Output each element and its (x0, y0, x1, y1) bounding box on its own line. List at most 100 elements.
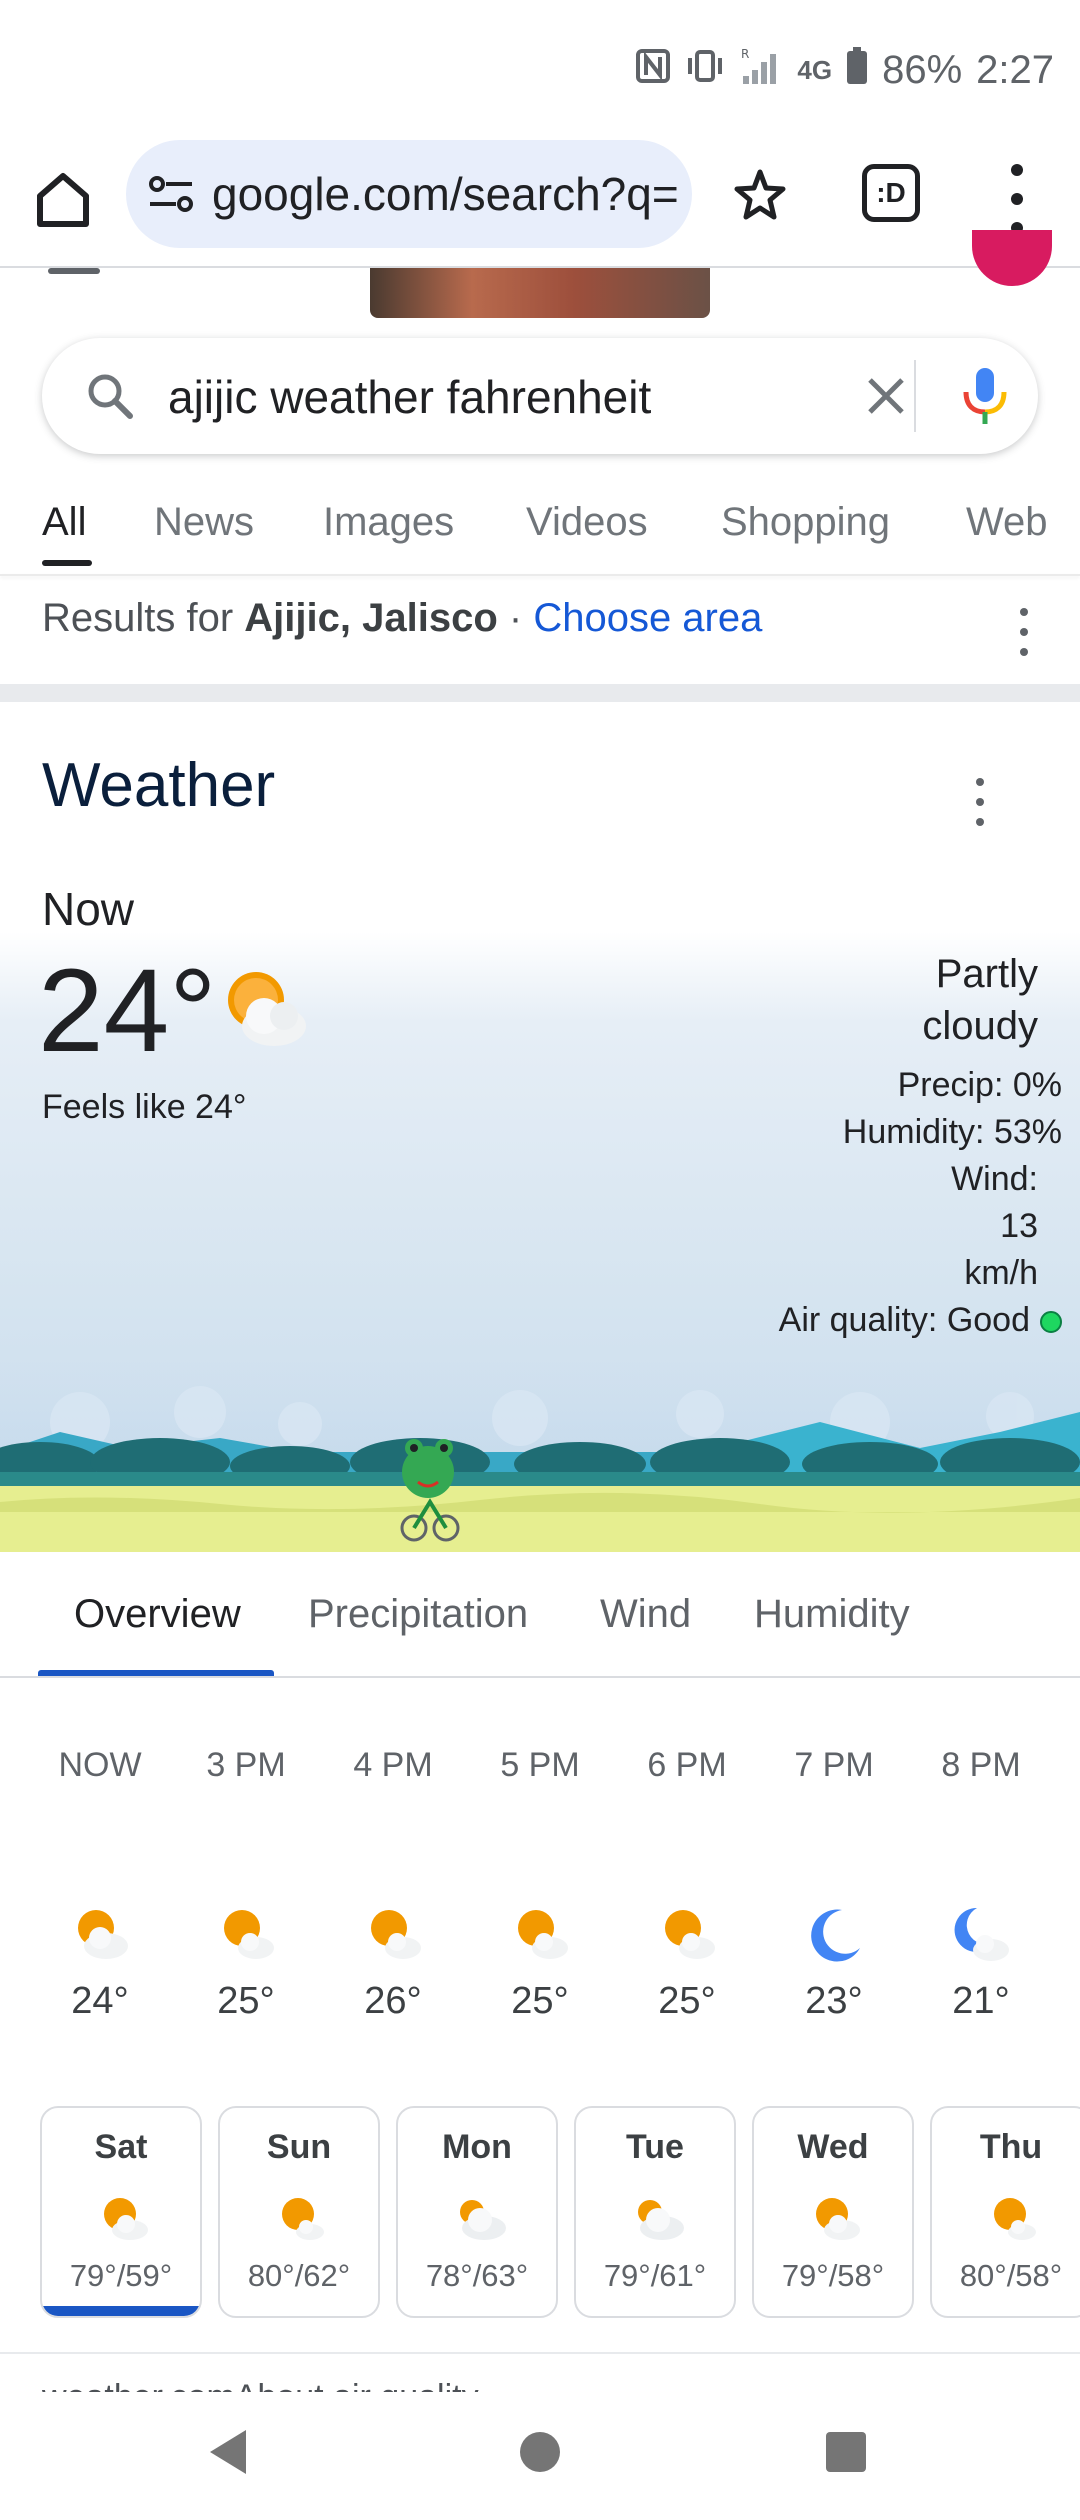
nfc-icon (635, 48, 671, 93)
weather-source-link[interactable]: weather.com (42, 2378, 235, 2392)
mostly-cloudy-icon (460, 2200, 506, 2240)
tab-web[interactable]: Web (966, 500, 1048, 545)
day-name: Mon (442, 2128, 512, 2166)
hour-label: 8 PM (941, 1746, 1021, 1784)
signal-icon: R (739, 46, 783, 95)
selected-day-indicator (42, 2306, 200, 2316)
day-range: 80°/62° (247, 2258, 351, 2293)
home-circle-icon[interactable] (520, 2432, 560, 2472)
clock: 2:27 (976, 48, 1054, 92)
partly-cloudy-icon (228, 972, 306, 1046)
search-box[interactable]: ajijic weather fahrenheit (42, 338, 1038, 454)
partly-cloudy-icon (518, 1910, 568, 1959)
weather-options-button[interactable] (974, 778, 986, 826)
google-doodle[interactable] (370, 268, 710, 318)
svg-text:R: R (741, 47, 749, 61)
hour-temp: 25° (511, 1980, 569, 2022)
weather-scene-illustration (0, 1352, 1080, 1552)
url-text: google.com/search?q= (212, 168, 679, 220)
day-name: Tue (626, 2128, 684, 2166)
daily-forecast: Sat 79°/59° Sun 80°/62° Mon 78°/63° Tue … (0, 2104, 1080, 2320)
battery-percent: 86% (882, 48, 963, 92)
search-input[interactable]: ajijic weather fahrenheit (168, 370, 651, 424)
humidity: Humidity: 53% (842, 1113, 1062, 1151)
bookmark-button[interactable] (730, 164, 790, 224)
hour-label: 4 PM (353, 1746, 433, 1784)
status-bar: R 4G 86% 2:27 (0, 0, 1080, 140)
hour-label: NOW (58, 1746, 142, 1784)
active-tab-indicator (42, 560, 92, 566)
tab-precipitation[interactable]: Precipitation (308, 1592, 528, 1637)
hour-temp: 25° (658, 1980, 716, 2022)
wind-unit: km/h (964, 1254, 1038, 1292)
day-card-sun[interactable]: Sun 80°/62° (218, 2106, 380, 2318)
tab-wind[interactable]: Wind (600, 1592, 691, 1637)
recents-icon[interactable] (826, 2432, 866, 2472)
weather-title: Weather (42, 751, 276, 820)
more-vert-icon (1020, 608, 1028, 616)
network-type: 4G (797, 55, 833, 85)
avatar[interactable] (972, 230, 1052, 286)
hour-temp: 24° (71, 1980, 129, 2022)
day-card-sat[interactable]: Sat 79°/59° (40, 2106, 202, 2318)
day-range: 80°/58° (959, 2258, 1063, 2293)
tab-images[interactable]: Images (323, 500, 454, 545)
tab-news[interactable]: News (154, 500, 254, 545)
browser-menu-button[interactable] (1000, 164, 1034, 234)
back-icon[interactable] (210, 2430, 246, 2474)
tab-switcher-button[interactable]: :D (862, 164, 920, 222)
air-quality[interactable]: Air quality: Good (779, 1297, 1062, 1344)
hour-label: 3 PM (206, 1746, 286, 1784)
condition-line: cloudy (922, 1004, 1038, 1048)
day-card-wed[interactable]: Wed 79°/58° (752, 2106, 914, 2318)
close-icon[interactable] (858, 368, 914, 424)
url-bar[interactable]: google.com/search?q= (126, 140, 692, 248)
wind-value: 13 (1000, 1207, 1038, 1245)
tab-shopping[interactable]: Shopping (721, 500, 890, 545)
weather-footer: weather.comAbout air quality (0, 2352, 1080, 2392)
tab-overview[interactable]: Overview (74, 1592, 241, 1637)
day-card-tue[interactable]: Tue 79°/61° (574, 2106, 736, 2318)
partly-cloudy-icon (371, 1910, 421, 1959)
weather-details: Precip: 0% Humidity: 53% Wind: 13 km/h A… (779, 1062, 1062, 1344)
home-button[interactable] (30, 166, 96, 232)
mic-icon[interactable] (952, 362, 1018, 428)
tab-humidity[interactable]: Humidity (754, 1592, 910, 1637)
search-tabs: All News Images Videos Shopping Web (0, 490, 1080, 574)
air-quality-text: Air quality: Good (778, 1301, 1030, 1339)
menu-icon[interactable] (48, 268, 100, 274)
tab-videos[interactable]: Videos (526, 500, 648, 545)
battery-icon (846, 47, 868, 94)
hour-label: 6 PM (647, 1746, 727, 1784)
tab-all[interactable]: All (42, 500, 86, 545)
partly-cloudy-icon (224, 1910, 274, 1959)
hour-temp: 23° (805, 1980, 863, 2022)
partly-cloudy-icon (282, 2198, 324, 2240)
hour-temp: 26° (364, 1980, 422, 2022)
results-options-button[interactable] (1018, 608, 1030, 656)
air-quality-indicator (1040, 1311, 1062, 1334)
partly-cloudy-icon (78, 1910, 128, 1959)
partly-cloudy-icon (994, 2198, 1036, 2240)
more-vert-icon (1011, 164, 1023, 176)
current-temperature: 24° (38, 945, 217, 1077)
status-icons: R 4G 86% 2:27 (635, 46, 1054, 95)
site-settings-icon[interactable] (148, 174, 194, 214)
hour-label: 7 PM (794, 1746, 874, 1784)
home-icon (37, 173, 89, 227)
mostly-cloudy-icon (638, 2200, 684, 2240)
choose-area-link[interactable]: Choose area (533, 596, 762, 640)
search-icon (88, 374, 133, 419)
day-range: 79°/58° (781, 2258, 885, 2293)
condition: Partly cloudy (838, 948, 1038, 1052)
browser-toolbar: google.com/search?q= :D (0, 140, 1080, 268)
weather-card: Weather Now 24° Feels like 24° Partly cl… (0, 702, 1080, 1552)
day-range: 79°/59° (69, 2258, 173, 2293)
partly-cloudy-icon (816, 2198, 860, 2240)
day-name: Sat (94, 2128, 148, 2166)
day-card-thu[interactable]: Thu 80°/58° (930, 2106, 1080, 2318)
about-air-quality-link[interactable]: About air quality (235, 2378, 479, 2392)
day-card-mon[interactable]: Mon 78°/63° (396, 2106, 558, 2318)
divider (914, 360, 916, 432)
hour-temp: 25° (217, 1980, 275, 2022)
